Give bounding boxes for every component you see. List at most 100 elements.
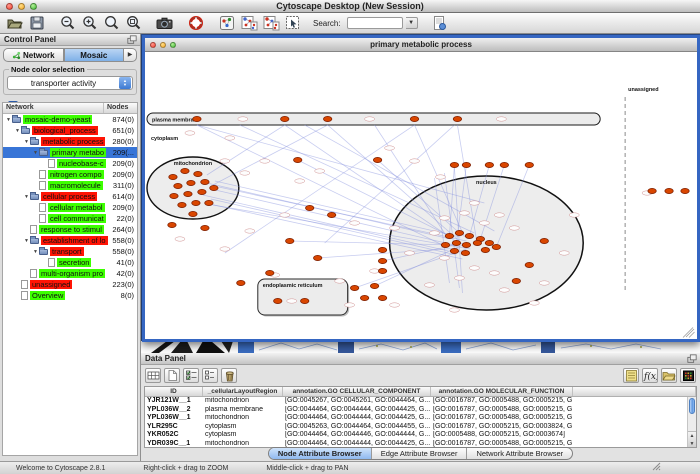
table-cell[interactable]: mitochondrion: [203, 414, 283, 423]
network-node[interactable]: [410, 116, 418, 121]
table-row[interactable]: YKR052Ccytoplasm[GO:0044464, GO:0044446,…: [145, 431, 696, 440]
zoom-out-button[interactable]: [58, 14, 77, 32]
zoom-in-button[interactable]: [80, 14, 99, 32]
network-node[interactable]: [492, 244, 500, 249]
tree-row[interactable]: response to stimul264(0): [3, 224, 137, 235]
table-cell[interactable]: [GO:0044464, GO:0044444, GO:0044425, G..…: [283, 414, 431, 423]
table-cell[interactable]: [GO:0045267, GO:0045261, GO:0044464, G..…: [283, 397, 431, 406]
scrollbar-arrows[interactable]: ▲▼: [688, 431, 696, 447]
import-attributes-button[interactable]: [661, 368, 677, 383]
network-node[interactable]: [198, 189, 206, 194]
scrollbar-thumb[interactable]: [689, 398, 695, 414]
network-edge[interactable]: [225, 125, 415, 253]
tree-row[interactable]: nucleobase-c209(0): [3, 158, 137, 169]
tree-header-network[interactable]: Network: [3, 103, 103, 113]
network-node[interactable]: [462, 162, 470, 167]
tree-row[interactable]: ▼metabolic process280(0): [3, 136, 137, 147]
new-attribute-button[interactable]: [164, 368, 180, 383]
network-node[interactable]: [373, 157, 381, 162]
frame-resize-grip[interactable]: [683, 328, 694, 338]
network-node[interactable]: [473, 240, 481, 245]
network-node[interactable]: [170, 193, 178, 198]
select-mode-button[interactable]: [283, 14, 302, 32]
network-node[interactable]: [205, 200, 213, 205]
tree-row[interactable]: ▼primary metabo209(...: [3, 147, 137, 158]
network-node[interactable]: [378, 247, 386, 252]
network-view-titlebar[interactable]: primary metabolic process: [145, 38, 697, 52]
network-node[interactable]: [441, 242, 449, 247]
tree-row[interactable]: macromolecule311(0): [3, 180, 137, 191]
network-node[interactable]: [525, 262, 533, 267]
delete-attribute-button[interactable]: [221, 368, 237, 383]
network-node[interactable]: [301, 298, 309, 303]
network-node[interactable]: [181, 168, 189, 173]
annotation-tool-2-button[interactable]: [261, 14, 280, 32]
table-cell[interactable]: [GO:0016787, GO:0005488, GO:0005215, G..…: [431, 397, 573, 406]
tree-expand-arrow-icon[interactable]: ▼: [32, 249, 39, 255]
network-node[interactable]: [378, 295, 386, 300]
network-node[interactable]: [378, 258, 386, 263]
background-windows[interactable]: [141, 341, 700, 353]
network-node[interactable]: [201, 225, 209, 230]
network-node[interactable]: [266, 270, 274, 275]
frame-close-button[interactable]: [150, 42, 156, 48]
network-node[interactable]: [174, 183, 182, 188]
close-window-button[interactable]: [6, 3, 13, 10]
tree-expand-arrow-icon[interactable]: ▼: [32, 150, 39, 156]
tab-overflow-button[interactable]: ▶: [124, 48, 137, 62]
table-cell[interactable]: YKR052C: [145, 431, 203, 440]
network-node[interactable]: [210, 185, 218, 190]
network-node[interactable]: [323, 116, 331, 121]
network-node[interactable]: [452, 240, 460, 245]
matrix-view-button[interactable]: [680, 368, 696, 383]
table-cell[interactable]: [GO:0016787, GO:0005488, GO:0005215, G..…: [431, 414, 573, 423]
network-node[interactable]: [178, 202, 186, 207]
network-node[interactable]: [189, 211, 197, 216]
network-node[interactable]: [681, 188, 689, 193]
network-node[interactable]: [465, 233, 473, 238]
network-node[interactable]: [525, 162, 533, 167]
vizmapper-button[interactable]: [217, 14, 236, 32]
table-cell[interactable]: cytoplasm: [203, 423, 283, 432]
table-cell[interactable]: plasma membrane: [203, 406, 283, 415]
tree-row[interactable]: Overview8(0): [3, 290, 137, 301]
window-titlebar[interactable]: Cytoscape Desktop (New Session): [0, 0, 700, 13]
formula-builder-button[interactable]: f(x): [642, 368, 658, 383]
network-node[interactable]: [237, 280, 245, 285]
tree-expand-arrow-icon[interactable]: ▼: [14, 128, 21, 134]
search-dropdown-button[interactable]: ▼: [406, 17, 418, 29]
select-attributes-button[interactable]: [183, 368, 199, 383]
minimize-window-button[interactable]: [18, 3, 25, 10]
tree-row[interactable]: ▼establishment of lo558(0): [3, 235, 137, 246]
network-node[interactable]: [378, 268, 386, 273]
tree-expand-arrow-icon[interactable]: ▼: [23, 194, 30, 200]
network-node[interactable]: [450, 162, 458, 167]
tab-edge-attribute-browser[interactable]: Edge Attribute Browser: [371, 448, 467, 459]
network-node[interactable]: [360, 295, 368, 300]
network-node[interactable]: [462, 242, 470, 247]
network-node[interactable]: [192, 200, 200, 205]
column-header-cellular-component[interactable]: annotation.GO CELLULAR_COMPONENT: [283, 387, 431, 396]
tree-row[interactable]: unassigned223(0): [3, 279, 137, 290]
table-cell[interactable]: [GO:0044464, GO:0044444, GO:0044425, G..…: [283, 406, 431, 415]
unselect-attributes-button[interactable]: [202, 368, 218, 383]
network-node[interactable]: [540, 238, 548, 243]
tab-mosaic[interactable]: Mosaic: [64, 48, 125, 62]
tree-expand-arrow-icon[interactable]: ▼: [23, 238, 30, 244]
network-node[interactable]: [294, 157, 302, 162]
node-color-dropdown[interactable]: transporter activity ▲▼: [7, 76, 133, 90]
network-node[interactable]: [201, 179, 209, 184]
network-node[interactable]: [500, 162, 508, 167]
network-node[interactable]: [481, 247, 489, 252]
network-node[interactable]: [168, 222, 176, 227]
network-node[interactable]: [370, 283, 378, 288]
tree-row[interactable]: multi-organism pro42(0): [3, 268, 137, 279]
table-row[interactable]: YPL036W__1mitochondrion[GO:0044464, GO:0…: [145, 414, 696, 423]
table-row[interactable]: YLR295Ccytoplasm[GO:0045263, GO:0044464,…: [145, 423, 696, 432]
tab-network-attribute-browser[interactable]: Network Attribute Browser: [466, 448, 572, 459]
table-cell[interactable]: YPL036W__2: [145, 406, 203, 415]
tree-row[interactable]: secretion41(0): [3, 257, 137, 268]
table-cell[interactable]: [GO:0005488, GO:0005215, GO:0003674]: [431, 431, 573, 440]
zoom-selected-button[interactable]: [124, 14, 143, 32]
table-cell[interactable]: [GO:0016787, GO:0005215, GO:0003824, G..…: [431, 423, 573, 432]
